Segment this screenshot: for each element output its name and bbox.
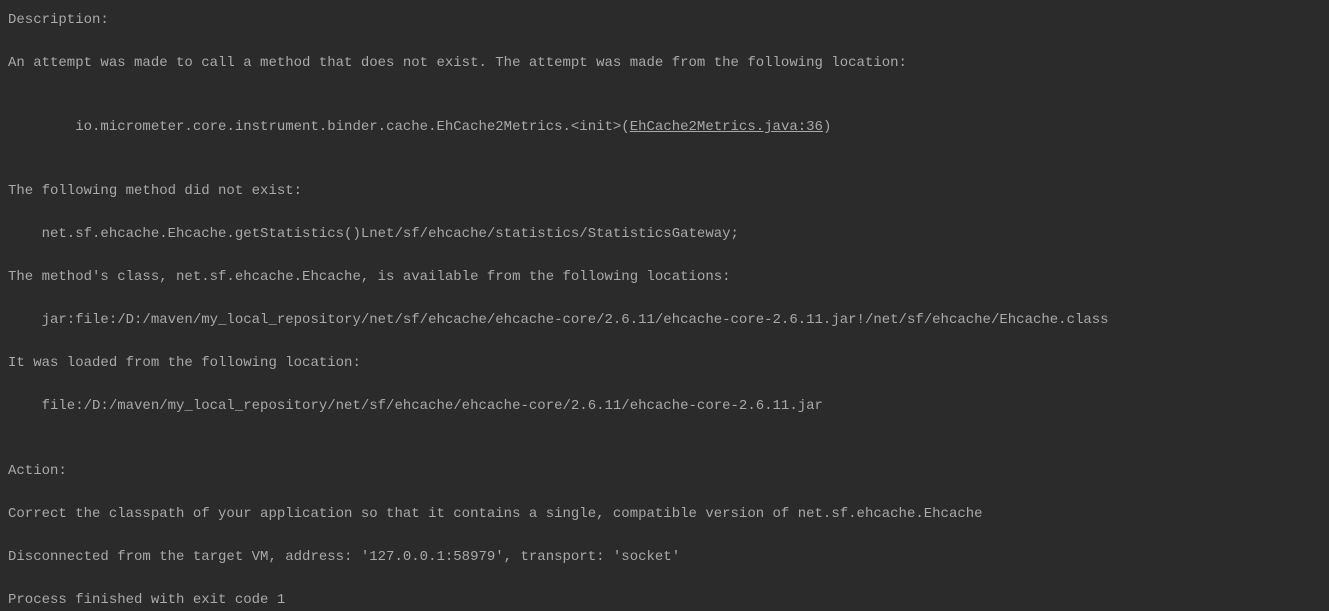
console-line: jar:file:/D:/maven/my_local_repository/n… — [8, 310, 1321, 331]
console-blank-line — [8, 439, 1321, 461]
console-line-exit: Process finished with exit code 1 — [8, 590, 1321, 611]
console-line: The method's class, net.sf.ehcache.Ehcac… — [8, 267, 1321, 288]
console-line: It was loaded from the following locatio… — [8, 353, 1321, 374]
console-output: Description: An attempt was made to call… — [8, 10, 1321, 611]
console-line: io.micrometer.core.instrument.binder.cac… — [8, 96, 1321, 159]
console-line: Correct the classpath of your applicatio… — [8, 504, 1321, 525]
console-line: net.sf.ehcache.Ehcache.getStatistics()Ln… — [8, 224, 1321, 245]
console-line: Action: — [8, 461, 1321, 482]
console-line: An attempt was made to call a method tha… — [8, 53, 1321, 74]
console-line: Description: — [8, 10, 1321, 31]
source-link[interactable]: EhCache2Metrics.java:36 — [630, 119, 823, 135]
console-line: The following method did not exist: — [8, 181, 1321, 202]
console-text: io.micrometer.core.instrument.binder.cac… — [42, 119, 630, 135]
console-line: Disconnected from the target VM, address… — [8, 547, 1321, 568]
console-text: ) — [823, 119, 831, 135]
console-line: file:/D:/maven/my_local_repository/net/s… — [8, 396, 1321, 417]
